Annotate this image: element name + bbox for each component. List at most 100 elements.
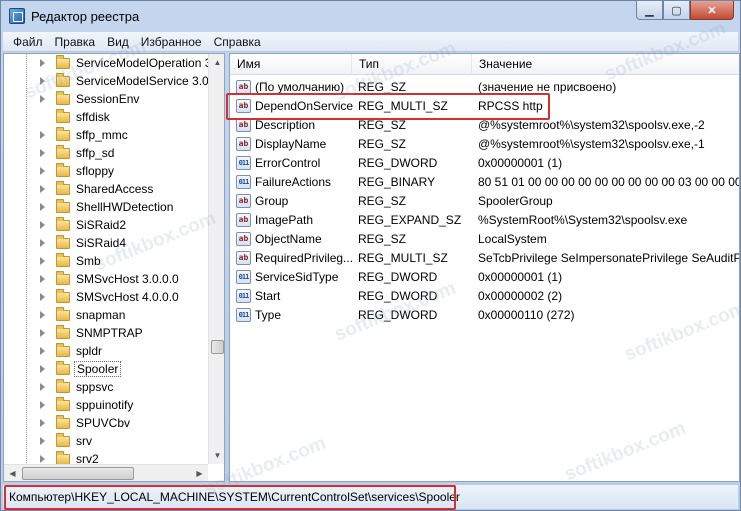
tree-item[interactable]: Smb: [4, 252, 208, 270]
registry-editor-icon: [9, 8, 25, 24]
expand-arrow-icon[interactable]: [40, 437, 45, 445]
maximize-button[interactable]: ▢: [663, 1, 690, 20]
value-type: REG_DWORD: [358, 308, 438, 322]
string-value-icon: ab: [236, 80, 251, 94]
tree-item[interactable]: SMSvcHost 4.0.0.0: [4, 288, 208, 306]
expand-arrow-icon[interactable]: [40, 221, 45, 229]
column-name-header[interactable]: Имя: [230, 54, 352, 75]
expand-arrow-icon[interactable]: [40, 275, 45, 283]
expand-arrow-icon[interactable]: [40, 455, 45, 463]
string-value-icon: ab: [236, 194, 251, 208]
menu-view[interactable]: Вид: [101, 35, 135, 49]
expand-arrow-icon[interactable]: [40, 347, 45, 355]
string-value-icon: ab: [236, 118, 251, 132]
tree-vertical-scrollbar[interactable]: ▲ ▼: [208, 54, 224, 464]
column-type-header[interactable]: Тип: [352, 54, 472, 75]
folder-icon: [56, 162, 70, 177]
value-row[interactable]: 011 Type REG_DWORD 0x00000110 (272): [230, 306, 739, 325]
menu-file[interactable]: Файл: [7, 35, 49, 49]
value-name: Start: [255, 289, 281, 303]
tree-item[interactable]: SessionEnv: [4, 90, 208, 108]
expand-arrow-icon[interactable]: [40, 167, 45, 175]
tree-item-label: Smb: [76, 254, 101, 268]
expand-arrow-icon[interactable]: [40, 257, 45, 265]
scroll-left-icon[interactable]: ◀: [4, 465, 21, 481]
value-type: REG_DWORD: [358, 156, 438, 170]
value-type: REG_DWORD: [358, 270, 438, 284]
tree-item-label: sppuinotify: [76, 398, 134, 412]
scroll-right-icon[interactable]: ▶: [191, 465, 208, 481]
expand-arrow-icon[interactable]: [40, 401, 45, 409]
expand-arrow-icon[interactable]: [40, 95, 45, 103]
value-row[interactable]: 011 FailureActions REG_BINARY 80 51 01 00 0…: [230, 173, 739, 192]
tree-item[interactable]: ShellHWDetection: [4, 198, 208, 216]
tree-item[interactable]: sfloppy: [4, 162, 208, 180]
value-data: SeTcbPrivilege SeImpersonatePrivilege Se…: [478, 251, 740, 265]
value-row[interactable]: ab RequiredPrivileg... REG_MULTI_SZ SeTcbPr…: [230, 249, 740, 268]
value-row[interactable]: ab Group REG_SZ SpoolerGroup: [230, 192, 739, 211]
expand-arrow-icon[interactable]: [40, 293, 45, 301]
expand-arrow-icon[interactable]: [40, 419, 45, 427]
value-name: RequiredPrivileg...: [255, 251, 354, 265]
minimize-button[interactable]: ▁: [636, 1, 663, 20]
column-data-header[interactable]: Значение: [472, 54, 739, 75]
tree-item-label: SNMPTRAP: [76, 326, 143, 340]
expand-arrow-icon[interactable]: [40, 239, 45, 247]
value-row[interactable]: 011 ServiceSidType REG_DWORD 0x00000001 (1): [230, 268, 739, 287]
title-bar[interactable]: Редактор реестра ▁ ▢ ✕: [1, 1, 740, 31]
expand-arrow-icon[interactable]: [40, 365, 45, 373]
tree-item[interactable]: SiSRaid4: [4, 234, 208, 252]
tree-item[interactable]: SharedAccess: [4, 180, 208, 198]
tree-item[interactable]: sffdisk: [4, 108, 208, 126]
tree-horizontal-scrollbar[interactable]: ◀ ▶: [4, 464, 208, 481]
folder-icon: [56, 342, 70, 357]
value-row[interactable]: ab ObjectName REG_SZ LocalSystem: [230, 230, 739, 249]
expand-arrow-icon[interactable]: [40, 311, 45, 319]
scroll-down-icon[interactable]: ▼: [209, 447, 224, 464]
menu-help[interactable]: Справка: [208, 35, 267, 49]
tree-item[interactable]: SNMPTRAP: [4, 324, 208, 342]
values-header: Имя Тип Значение: [230, 54, 739, 75]
minimize-icon: ▁: [645, 4, 654, 17]
value-row[interactable]: ab ImagePath REG_EXPAND_SZ %SystemRoot%\Sys…: [230, 211, 739, 230]
expand-arrow-icon[interactable]: [40, 131, 45, 139]
value-row[interactable]: ab DisplayName REG_SZ @%systemroot%\system3…: [230, 135, 739, 154]
tree-item[interactable]: srv: [4, 432, 208, 450]
tree-item[interactable]: sppsvc: [4, 378, 208, 396]
expand-arrow-icon[interactable]: [40, 149, 45, 157]
value-row[interactable]: 011 ErrorControl REG_DWORD 0x00000001 (1): [230, 154, 739, 173]
tree-item[interactable]: Spooler: [4, 360, 208, 378]
tree-item[interactable]: ServiceModelOperation 3: [4, 54, 211, 72]
value-name: ImagePath: [255, 213, 314, 227]
expand-arrow-icon[interactable]: [40, 59, 45, 67]
tree-item[interactable]: ServiceModelService 3.0.0: [4, 72, 219, 90]
value-row[interactable]: 011 Start REG_DWORD 0x00000002 (2): [230, 287, 739, 306]
tree-item[interactable]: sffp_mmc: [4, 126, 208, 144]
folder-icon: [56, 324, 70, 339]
tree-item[interactable]: spldr: [4, 342, 208, 360]
folder-icon: [56, 72, 70, 87]
expand-arrow-icon[interactable]: [40, 383, 45, 391]
tree-item[interactable]: sffp_sd: [4, 144, 208, 162]
menu-edit[interactable]: Правка: [49, 35, 102, 49]
folder-icon: [56, 216, 70, 231]
expand-arrow-icon[interactable]: [40, 77, 45, 85]
value-data: 0x00000002 (2): [478, 289, 563, 303]
tree-item[interactable]: SiSRaid2: [4, 216, 208, 234]
expand-arrow-icon[interactable]: [40, 185, 45, 193]
value-name: ObjectName: [255, 232, 322, 246]
tree-hscroll-thumb[interactable]: [22, 467, 134, 480]
key-tree-pane[interactable]: ServiceModelOperation 3 ServiceModelServi…: [3, 53, 225, 482]
expand-arrow-icon[interactable]: [40, 203, 45, 211]
close-button[interactable]: ✕: [690, 1, 734, 20]
scroll-up-icon[interactable]: ▲: [209, 54, 224, 71]
string-value-icon: ab: [236, 232, 251, 246]
tree-item[interactable]: SPUVCbv: [4, 414, 208, 432]
tree-item[interactable]: SMSvcHost 3.0.0.0: [4, 270, 208, 288]
tree-item[interactable]: snapman: [4, 306, 208, 324]
tree-item[interactable]: sppuinotify: [4, 396, 208, 414]
menu-favorites[interactable]: Избранное: [135, 35, 208, 49]
tree-scroll-thumb[interactable]: [211, 340, 224, 354]
tree-item-label: Spooler: [74, 361, 122, 377]
expand-arrow-icon[interactable]: [40, 329, 45, 337]
